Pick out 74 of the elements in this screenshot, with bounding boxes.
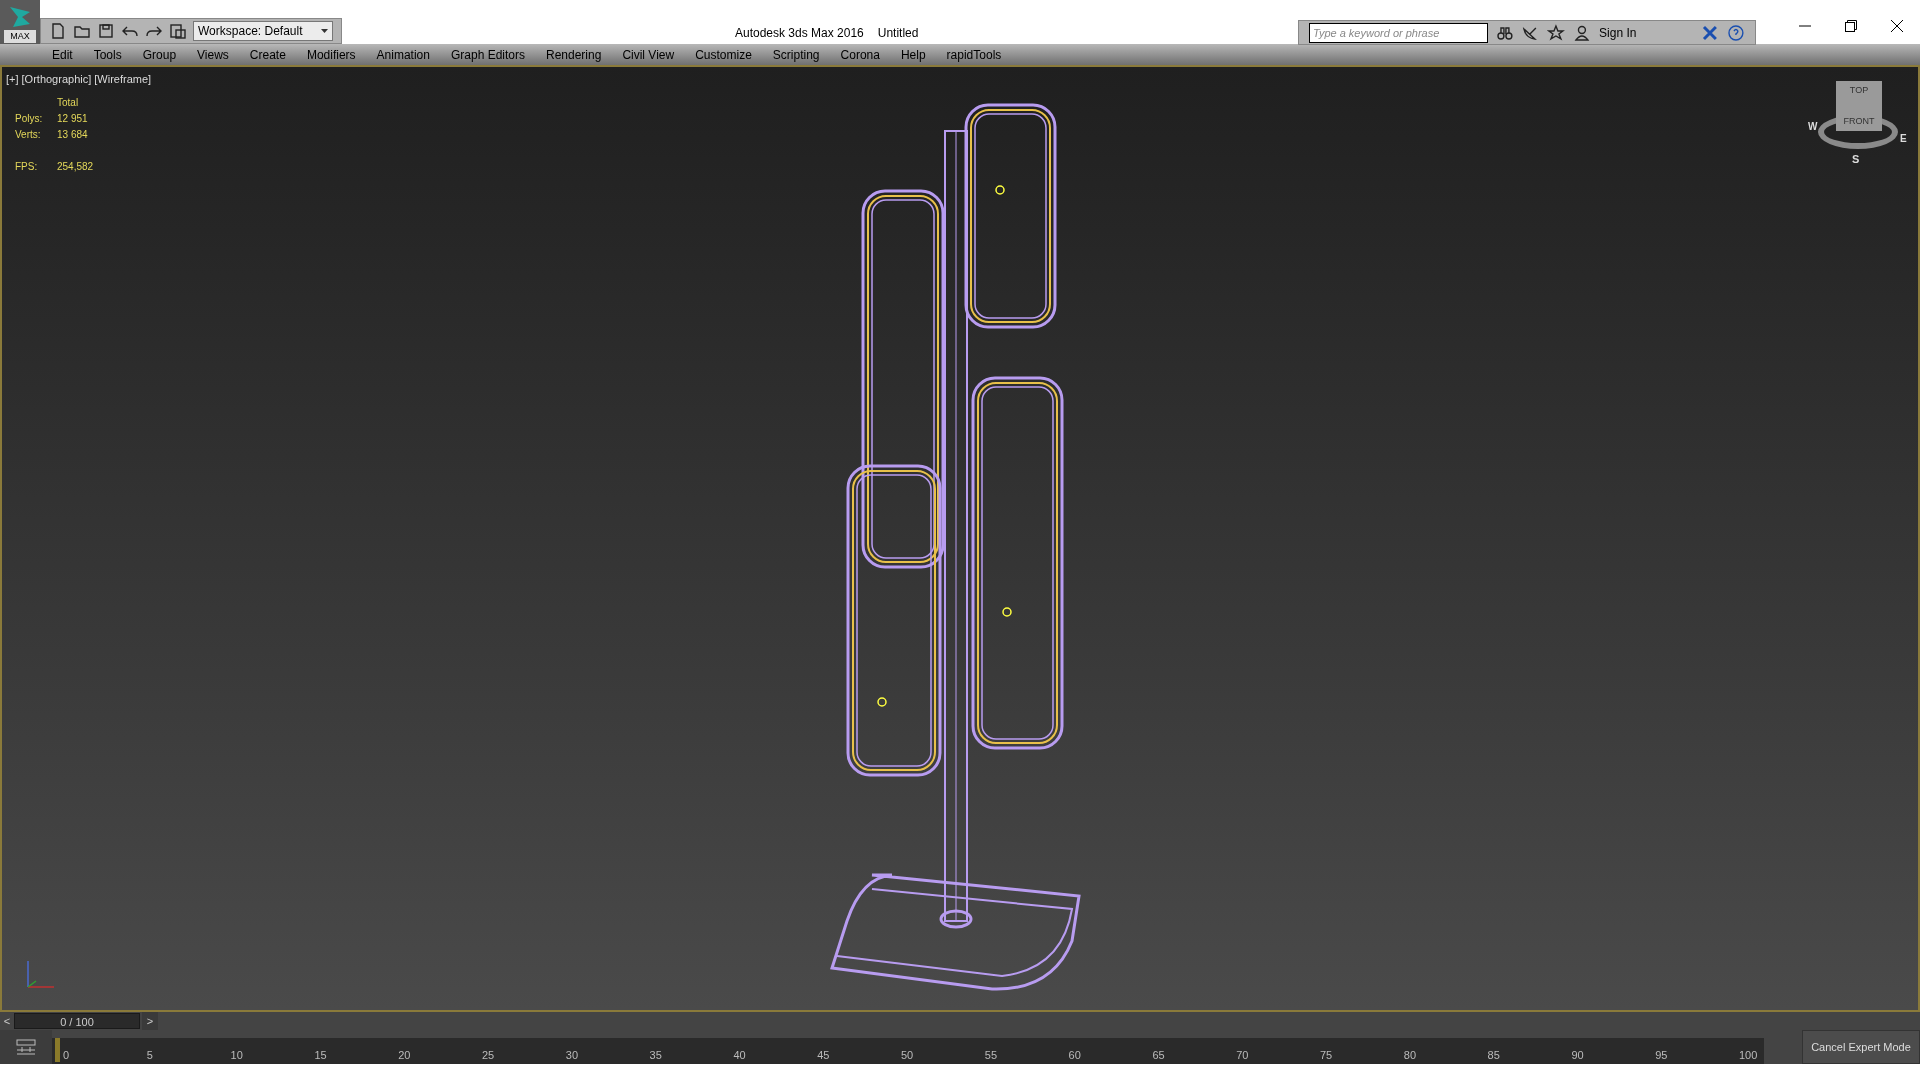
frame-number: 30 [565,1048,579,1063]
frame-number: 100 [1739,1048,1758,1063]
frame-number: 90 [1571,1048,1584,1063]
menu-item[interactable]: Civil View [622,45,675,64]
window-title: Autodesk 3ds Max 2016 [735,25,864,42]
next-frame-button[interactable]: > [142,1012,158,1030]
stats-label: Polys: [15,112,44,126]
menu-item[interactable]: Graph Editors [450,45,525,64]
compass-label: S [1852,152,1860,167]
cancel-expert-mode-button[interactable]: Cancel Expert Mode [1802,1030,1920,1064]
frame-number: 80 [1403,1048,1417,1063]
app-menu-button[interactable]: MAX [0,0,40,44]
help-icon[interactable] [1727,23,1745,42]
sign-in-button[interactable]: Sign In [1599,23,1694,42]
frame-number: 55 [984,1048,998,1063]
current-frame-marker [55,1038,60,1062]
curve-editor-icon[interactable] [15,1038,37,1056]
frame-number: 50 [901,1048,914,1063]
stats-header: Total [57,96,80,110]
frame-number: 60 [1068,1048,1081,1063]
frame-number: 65 [1152,1048,1165,1063]
menu-item[interactable]: Rendering [546,45,602,64]
frame-number: 85 [1487,1048,1500,1063]
stats-label: Verts: [15,128,42,142]
user-icon[interactable] [1573,23,1592,42]
viewport-label[interactable]: [+] [6,71,19,88]
document-title: Untitled [877,25,919,42]
time-slider-thumb[interactable]: 0 / 100 [14,1013,140,1029]
search-field[interactable]: Type a keyword or phrase [1309,22,1488,43]
frame-number: 20 [398,1048,411,1063]
restore-icon[interactable] [1845,20,1857,32]
frame-number: 75 [1320,1048,1333,1063]
frame-number: 15 [314,1048,327,1063]
frame-number: 10 [230,1048,243,1063]
viewcube-face-label[interactable]: FRONT [1843,114,1875,128]
viewport-label[interactable]: [Wireframe] [94,71,152,88]
menu-item[interactable]: Tools [93,45,122,64]
new-file-icon[interactable] [49,22,67,40]
frame-number: 25 [482,1048,495,1063]
viewcube[interactable]: TOP FRONT W E S [1808,81,1908,169]
viewport-label[interactable]: [Orthographic] [21,71,92,88]
menu-item[interactable]: Customize [695,45,752,64]
fps-value: 254,582 [57,160,94,174]
frame-number: 35 [649,1048,662,1063]
menu-item[interactable]: Modifiers [306,45,356,64]
menu-item[interactable]: Corona [840,45,880,64]
menu-item[interactable]: Views [197,45,229,64]
frame-number: 70 [1236,1048,1249,1063]
stats-value: 13 684 [57,128,89,142]
menu-item[interactable]: Help [900,45,926,64]
frame-number: 5 [146,1048,153,1063]
trackbar[interactable]: 0 5 10 15 20 25 30 35 40 45 50 55 60 65 70 75 80 85 90 95 100 [52,1038,1764,1064]
compass-label: E [1900,132,1907,146]
frame-number: 45 [817,1048,830,1063]
project-folder-icon[interactable] [169,22,187,40]
frame-number: 0 [63,1048,70,1063]
frame-number: 40 [733,1048,746,1063]
caret-icon [321,29,328,33]
workspace-dropdown[interactable]: Workspace: Default [193,21,333,41]
viewcube-face-label[interactable]: TOP [1849,84,1869,98]
compass-label: W [1808,120,1818,134]
menu-item[interactable]: Scripting [772,45,820,64]
menu-item[interactable]: Animation [376,45,430,64]
save-icon[interactable] [97,22,115,40]
stats-value: 12 951 [57,112,89,126]
menu-item[interactable]: rapidTools [946,45,1002,64]
menu-item[interactable]: Edit [52,45,73,64]
fps-label: FPS: [15,160,39,174]
close-icon[interactable] [1891,20,1903,32]
frame-number: 95 [1655,1048,1668,1063]
menu-item[interactable]: Create [249,45,286,64]
previous-frame-button[interactable]: < [0,1012,14,1030]
menu-item[interactable]: Group [142,45,177,64]
star-icon[interactable] [1547,23,1566,42]
